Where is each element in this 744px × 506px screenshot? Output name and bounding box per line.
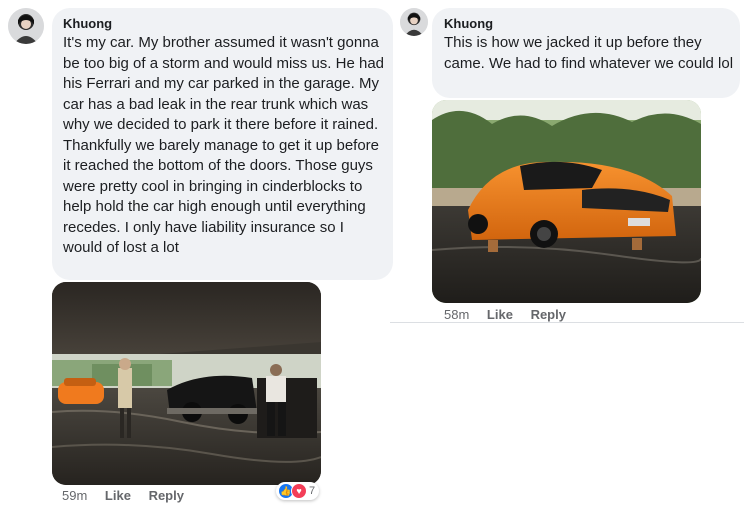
- comment-text: This is how we jacked it up before they …: [444, 34, 734, 72]
- comment-bubble: Khuong This is how we jacked it up befor…: [432, 8, 740, 98]
- love-icon: ♥: [291, 483, 307, 499]
- divider: [390, 322, 744, 323]
- comment-bubble: Khuong It's my car. My brother assumed i…: [52, 8, 393, 280]
- jacked-up-car-photo: [432, 100, 701, 303]
- reply-button[interactable]: Reply: [149, 488, 184, 503]
- comment-photo[interactable]: [432, 100, 701, 303]
- comment-photo[interactable]: [52, 282, 321, 485]
- comment-author[interactable]: Khuong: [63, 16, 112, 31]
- avatar-image: [8, 8, 44, 44]
- avatar[interactable]: [400, 8, 428, 36]
- avatar-image: [400, 8, 428, 36]
- reaction-count: 7: [309, 485, 316, 497]
- reply-button[interactable]: Reply: [531, 307, 566, 322]
- like-button[interactable]: Like: [105, 488, 131, 503]
- reaction-summary[interactable]: 👍 ♥ 7: [276, 482, 320, 500]
- comment-text: It's my car. My brother assumed it wasn'…: [63, 34, 385, 256]
- comment-meta: 59m Like Reply: [62, 488, 198, 503]
- flooded-garage-photo: [52, 282, 321, 485]
- like-button[interactable]: Like: [487, 307, 513, 322]
- comment-author[interactable]: Khuong: [444, 16, 493, 31]
- timestamp[interactable]: 59m: [62, 488, 87, 503]
- avatar[interactable]: [8, 8, 44, 44]
- comment-meta: 58m Like Reply: [444, 307, 580, 322]
- timestamp[interactable]: 58m: [444, 307, 469, 322]
